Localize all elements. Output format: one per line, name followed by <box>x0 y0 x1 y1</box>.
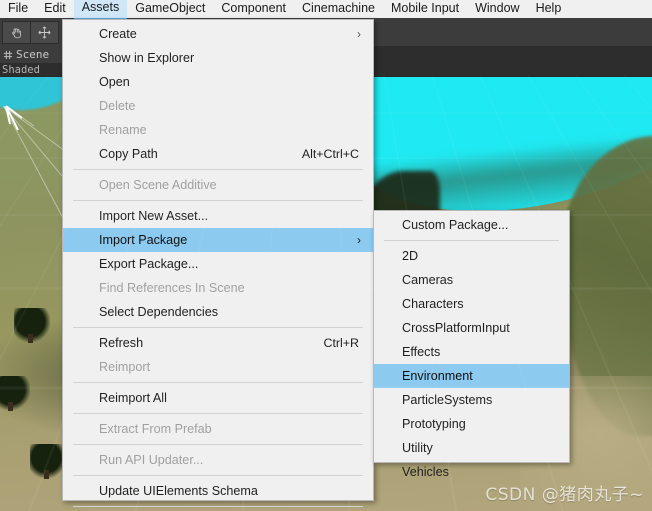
submenu-item-prototyping[interactable]: Prototyping <box>374 412 569 436</box>
menubar-item-edit[interactable]: Edit <box>36 0 74 19</box>
menu-item-find-references-in-scene: Find References In Scene <box>99 281 245 295</box>
menu-item-open[interactable]: Open <box>63 70 373 94</box>
grid-icon <box>3 50 13 59</box>
tab-scene-label: Scene <box>16 48 50 61</box>
menu-item-reimport: Reimport <box>99 360 151 374</box>
submenu-item-vehicles[interactable]: Vehicles <box>374 460 569 484</box>
tree-object[interactable] <box>0 376 30 411</box>
menu-item-delete: Delete <box>99 99 136 113</box>
import-package-submenu: Custom Package... 2D Cameras Characters … <box>373 210 570 479</box>
menu-separator <box>73 200 363 201</box>
menu-item-show-in-explorer[interactable]: Show in Explorer <box>63 46 373 70</box>
menubar-item-file[interactable]: File <box>0 0 36 19</box>
menu-item-rename: Rename <box>99 123 147 137</box>
menu-separator <box>73 444 363 445</box>
menu-item-import-new-asset[interactable]: Import New Asset... <box>63 204 373 228</box>
menubar-item-assets[interactable]: Assets <box>73 0 128 20</box>
tab-scene[interactable]: Scene <box>0 46 62 63</box>
unity-editor-window: Scene Shaded File Edit Assets GameObject… <box>0 0 652 511</box>
submenu-item-2d[interactable]: 2D <box>374 244 569 268</box>
hand-tool-icon[interactable] <box>2 21 31 44</box>
menu-separator <box>73 413 363 414</box>
menu-separator <box>73 475 363 476</box>
menu-item-export-package[interactable]: Export Package... <box>63 252 373 276</box>
chevron-right-icon: › <box>357 27 361 41</box>
hand-glyph <box>12 28 21 39</box>
submenu-item-effects[interactable]: Effects <box>374 340 569 364</box>
menubar-item-window[interactable]: Window <box>467 0 527 19</box>
chevron-right-icon: › <box>357 233 361 247</box>
menubar-item-mobile-input[interactable]: Mobile Input <box>383 0 467 19</box>
menu-item-shortcut: Ctrl+R <box>323 336 359 350</box>
menu-item-copy-path[interactable]: Copy Path Alt+Ctrl+C <box>63 142 373 166</box>
menu-separator <box>73 169 363 170</box>
move-glyph <box>38 26 51 39</box>
menu-item-label: Copy Path <box>99 147 158 161</box>
menu-separator <box>73 382 363 383</box>
menu-item-create[interactable]: Create › <box>63 22 373 46</box>
menu-item-update-uielements-schema[interactable]: Update UIElements Schema <box>63 479 373 503</box>
menubar-item-cinemachine[interactable]: Cinemachine <box>294 0 383 19</box>
submenu-item-environment[interactable]: Environment <box>374 364 569 388</box>
tree-object[interactable] <box>14 308 50 343</box>
menu-item-shortcut: Alt+Ctrl+C <box>301 147 359 161</box>
menu-item-extract-from-prefab: Extract From Prefab <box>99 422 212 436</box>
assets-dropdown-menu: Create › Show in Explorer Open Delete Re… <box>62 19 374 507</box>
menu-item-label: Refresh <box>99 336 144 350</box>
menubar-item-gameobject[interactable]: GameObject <box>127 0 213 19</box>
menu-item-select-dependencies[interactable]: Select Dependencies <box>63 300 373 324</box>
tree-object[interactable] <box>30 444 66 479</box>
menubar-item-component[interactable]: Component <box>213 0 294 19</box>
move-tool-icon[interactable] <box>30 21 59 44</box>
menu-separator <box>384 240 559 241</box>
submenu-item-particlesystems[interactable]: ParticleSystems <box>374 388 569 412</box>
menu-separator <box>73 327 363 328</box>
submenu-item-cameras[interactable]: Cameras <box>374 268 569 292</box>
menu-item-label: Import Package <box>99 233 188 247</box>
menu-item-label: Create <box>99 27 137 41</box>
shading-mode-label: Shaded <box>2 64 40 76</box>
menubar: File Edit Assets GameObject Component Ci… <box>0 0 652 20</box>
menu-item-import-package[interactable]: Import Package › <box>63 228 373 252</box>
menu-item-open-scene-additive: Open Scene Additive <box>99 178 217 192</box>
menubar-item-help[interactable]: Help <box>528 0 570 19</box>
submenu-item-crossplatforminput[interactable]: CrossPlatformInput <box>374 316 569 340</box>
menu-item-reimport-all[interactable]: Reimport All <box>63 386 373 410</box>
submenu-item-custom-package[interactable]: Custom Package... <box>374 213 569 237</box>
menu-separator <box>73 506 363 507</box>
submenu-item-characters[interactable]: Characters <box>374 292 569 316</box>
menu-item-run-api-updater: Run API Updater... <box>99 453 204 467</box>
shading-mode-dropdown[interactable]: Shaded <box>2 64 40 77</box>
submenu-item-utility[interactable]: Utility <box>374 436 569 460</box>
menu-item-refresh[interactable]: Refresh Ctrl+R <box>63 331 373 355</box>
